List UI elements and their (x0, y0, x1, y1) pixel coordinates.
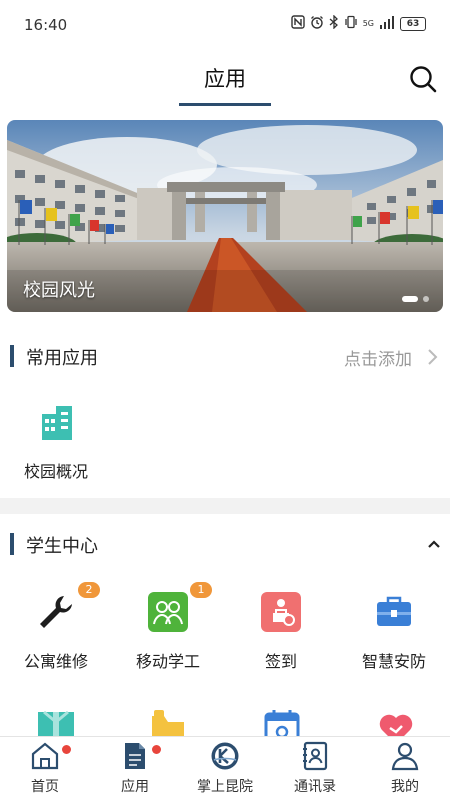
home-icon (30, 741, 60, 771)
student-center-section: 学生中心 2 公寓维修 1 移动学工 签到 智慧安防 (0, 514, 450, 736)
vibrate-icon (344, 15, 358, 32)
school-logo-icon (210, 741, 240, 771)
signal-icon (379, 15, 395, 32)
chevron-right-icon[interactable] (426, 347, 440, 367)
notification-dot (62, 745, 71, 754)
add-app-button[interactable]: 点击添加 (344, 345, 412, 370)
document-icon (120, 741, 150, 771)
checkin-icon (259, 590, 303, 634)
app-smart-security[interactable]: 智慧安防 (338, 590, 450, 672)
app-campus-overview[interactable]: 校园概况 (0, 400, 112, 482)
section-title: 常用应用 (26, 348, 98, 369)
building-icon (34, 400, 78, 444)
status-time: 16:40 (24, 16, 68, 34)
notification-badge: 2 (78, 582, 100, 598)
battery-indicator: 63 (400, 16, 426, 31)
app-label: 签到 (264, 652, 297, 671)
gift-icon[interactable] (34, 706, 78, 736)
nav-item-contacts[interactable]: 通讯录 (270, 737, 360, 800)
bluetooth-icon (329, 14, 339, 32)
nav-label: 首页 (31, 779, 59, 795)
search-icon[interactable] (406, 62, 440, 96)
nav-label: 应用 (121, 779, 149, 795)
contacts-icon (300, 741, 330, 771)
section-title: 学生中心 (26, 536, 98, 557)
bottom-navigation: 首页 应用 掌上昆院 通讯录 我的 (0, 736, 450, 800)
calendar-icon[interactable] (260, 706, 304, 736)
nav-label: 掌上昆院 (197, 779, 253, 795)
banner-section: 校园风光 (0, 108, 450, 326)
status-icons: 5G 63 (291, 14, 426, 32)
nav-item-profile[interactable]: 我的 (360, 737, 450, 800)
notification-dot (152, 745, 161, 754)
app-label: 智慧安防 (361, 652, 426, 671)
status-bar: 16:40 5G 63 (0, 0, 450, 50)
wrench-icon: 2 (34, 582, 100, 634)
nav-item-campus[interactable]: 掌上昆院 (180, 737, 270, 800)
app-checkin[interactable]: 签到 (225, 590, 337, 672)
app-label: 公寓维修 (23, 652, 88, 671)
page-title: 应用 (204, 67, 246, 91)
heart-icon[interactable] (374, 706, 418, 736)
students-icon: 1 (146, 582, 212, 634)
common-apps-section: 常用应用 点击添加 校园概况 (0, 326, 450, 498)
toolbox-icon (372, 590, 416, 634)
app-header: 应用 (0, 50, 450, 108)
notification-badge: 1 (190, 582, 212, 598)
banner-pagination (402, 296, 429, 302)
campus-banner[interactable]: 校园风光 (7, 120, 443, 312)
app-label: 移动学工 (135, 652, 200, 671)
nav-item-home[interactable]: 首页 (0, 737, 90, 800)
nfc-icon (291, 15, 305, 32)
nav-label: 通讯录 (294, 779, 336, 795)
pagination-dot[interactable] (423, 296, 429, 302)
app-label: 校园概况 (23, 462, 88, 481)
profile-icon (390, 741, 420, 771)
app-apartment-repair[interactable]: 2 公寓维修 (0, 582, 112, 672)
nav-label: 我的 (391, 779, 419, 795)
banner-caption: 校园风光 (23, 280, 95, 301)
bed-icon[interactable] (146, 706, 190, 736)
active-tab-indicator (179, 103, 271, 106)
pagination-dot-active[interactable] (402, 296, 418, 302)
section-header: 学生中心 (0, 514, 450, 572)
alarm-icon (310, 15, 324, 32)
nav-item-apps[interactable]: 应用 (90, 737, 180, 800)
section-accent-bar (10, 533, 14, 555)
network-label: 5G (362, 19, 374, 28)
chevron-up-icon[interactable] (426, 536, 442, 550)
app-mobile-student-affairs[interactable]: 1 移动学工 (112, 582, 224, 672)
section-header: 常用应用 点击添加 (0, 326, 450, 384)
section-accent-bar (10, 345, 14, 367)
